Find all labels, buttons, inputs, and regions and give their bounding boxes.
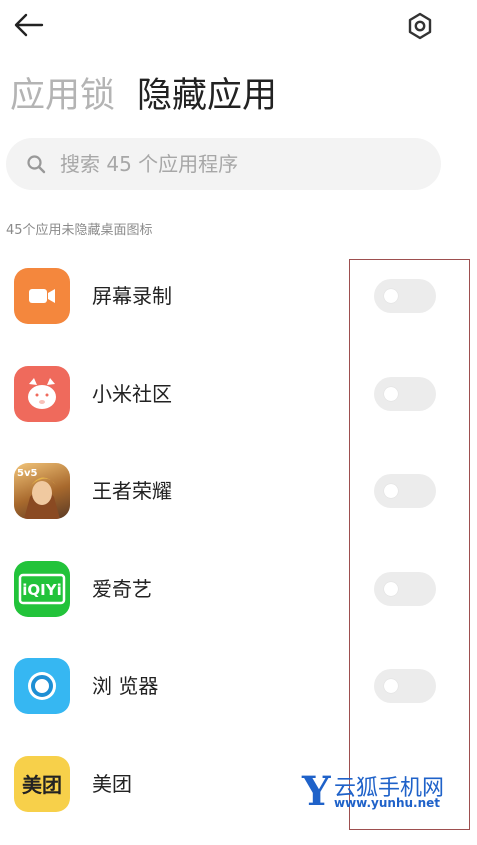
list-item[interactable]: iQIYi 爱奇艺 (0, 553, 477, 651)
tab-bar: 应用锁 隐藏应用 (10, 72, 299, 116)
toggle-knob (384, 582, 398, 596)
app-name: 屏幕录制 (92, 282, 172, 310)
tab-hidden-apps[interactable]: 隐藏应用 (137, 76, 277, 116)
hide-toggle[interactable] (374, 279, 436, 313)
iqiyi-logo-icon: iQIYi (14, 561, 70, 617)
app-name: 小米社区 (92, 380, 172, 408)
tab-app-lock[interactable]: 应用锁 (10, 76, 115, 116)
iqiyi-logo-text: iQIYi (22, 581, 61, 599)
hide-toggle[interactable] (374, 572, 436, 606)
search-input[interactable] (60, 152, 420, 176)
watermark: Y 云狐手机网 www.yunhu.net (302, 766, 472, 822)
gear-icon[interactable] (404, 10, 436, 42)
watermark-logo: Y (302, 768, 331, 815)
hidden-count-subtitle: 45个应用未隐藏桌面图标 (6, 219, 153, 238)
app-name: 浏 览器 (92, 672, 158, 700)
meituan-logo-icon: 美团 (14, 756, 70, 812)
game-hero-icon: 5v5 (14, 463, 70, 519)
app-name: 爱奇艺 (92, 575, 152, 603)
search-bar[interactable] (6, 138, 441, 190)
browser-ring-icon (14, 658, 70, 714)
app-name: 美团 (92, 770, 132, 798)
list-item[interactable]: 屏幕录制 (0, 260, 477, 358)
search-icon (26, 154, 46, 174)
arrow-left-icon[interactable] (12, 10, 46, 40)
watermark-url: www.yunhu.net (334, 796, 440, 810)
video-camera-icon (14, 268, 70, 324)
game-logo-text: 5v5 (17, 468, 37, 479)
hide-toggle[interactable] (374, 377, 436, 411)
toggle-knob (384, 387, 398, 401)
list-item[interactable]: 小米社区 (0, 358, 477, 456)
bunny-face-icon (14, 366, 70, 422)
toggle-knob (384, 679, 398, 693)
app-name: 王者荣耀 (92, 477, 172, 505)
list-item[interactable]: 5v5 王者荣耀 (0, 455, 477, 553)
list-item[interactable]: 浏 览器 (0, 650, 477, 748)
hide-toggle[interactable] (374, 474, 436, 508)
toggle-knob (384, 484, 398, 498)
top-bar (0, 0, 477, 60)
toggle-knob (384, 289, 398, 303)
meituan-logo-text: 美团 (22, 769, 62, 798)
hide-toggle[interactable] (374, 669, 436, 703)
app-list: 屏幕录制 小米社区 5v5 王者荣耀 (0, 260, 477, 845)
